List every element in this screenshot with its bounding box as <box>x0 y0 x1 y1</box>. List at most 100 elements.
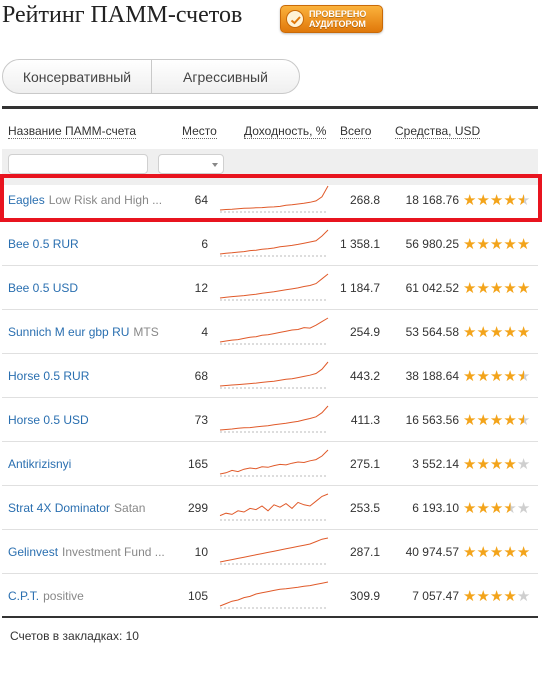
sparkline-chart <box>219 581 329 609</box>
account-name-link[interactable]: Antikrizisnyi <box>8 457 71 471</box>
rating-stars: ★ ★ ★ ★ ★ <box>463 222 537 266</box>
table-row[interactable]: Sunnich M eur gbp RU MTS 4 254.9 53 564.58 ★ ★… <box>2 310 538 354</box>
name-filter-input[interactable] <box>8 154 148 174</box>
total-yield-cell: 1 358.1 <box>339 237 380 251</box>
sparkline-series <box>219 229 329 255</box>
sort-by-total[interactable]: Всего <box>340 124 372 139</box>
total-yield-cell: 268.8 <box>349 193 380 207</box>
strategy-tabs: Консервативный Агрессивный <box>2 59 300 94</box>
sort-by-funds[interactable]: Средства, USD <box>395 124 481 139</box>
yield-sparkline <box>218 310 330 354</box>
star-icon: ★ <box>489 543 504 561</box>
table-row[interactable]: Bee 0.5 RUR 6 1 358.1 56 980.25 ★ ★ ★ ★ ★ <box>2 222 538 266</box>
table-row[interactable]: Horse 0.5 RUR 68 443.2 38 188.64 ★ ★ ★ ★ ★ <box>2 354 538 398</box>
place-cell: 10 <box>194 545 208 559</box>
star-icon: ★ <box>503 191 517 209</box>
sparkline-chart <box>219 537 329 565</box>
table-row[interactable]: Horse 0.5 USD 73 411.3 16 563.56 ★ ★ ★ ★ ★ <box>2 398 538 442</box>
tab-aggressive[interactable]: Агрессивный <box>152 60 299 93</box>
funds-cell: 6 193.10 <box>412 501 459 515</box>
star-icon: ★ <box>489 499 504 517</box>
star-icon: ★ <box>463 235 477 253</box>
star-icon: ★ <box>516 455 531 473</box>
account-name-link[interactable]: C.P.T. <box>8 589 39 603</box>
audit-badge[interactable]: Проверено аудитором <box>280 5 383 33</box>
total-yield-cell: 275.1 <box>349 457 380 471</box>
funds-cell: 3 552.14 <box>412 457 459 471</box>
account-name-cell: Horse 0.5 RUR <box>8 354 173 398</box>
chevron-down-icon <box>212 163 218 167</box>
rating-stars: ★ ★ ★ ★ ★ <box>463 178 537 222</box>
yield-sparkline <box>218 486 330 530</box>
star-icon: ★ <box>463 367 477 385</box>
star-icon: ★ <box>489 191 504 209</box>
account-name-link[interactable]: Horse 0.5 RUR <box>8 369 89 383</box>
star-icon: ★ <box>489 235 504 253</box>
rating-stars: ★ ★ ★ ★ ★ <box>463 530 537 574</box>
place-cell: 165 <box>187 457 208 471</box>
star-icon: ★ <box>476 191 490 209</box>
star-icon: ★ <box>476 411 490 429</box>
star-icon: ★ <box>516 235 531 253</box>
sparkline-chart <box>219 229 329 257</box>
account-name-link[interactable]: Bee 0.5 RUR <box>8 237 79 251</box>
rating-stars: ★ ★ ★ ★ ★ <box>463 486 537 530</box>
account-name-link[interactable]: Bee 0.5 USD <box>8 281 78 295</box>
star-icon: ★ <box>476 367 490 385</box>
account-name-link[interactable]: Eagles <box>8 193 45 207</box>
star-icon: ★ <box>503 323 517 341</box>
total-yield-cell: 253.5 <box>349 501 380 515</box>
place-cell: 64 <box>194 193 208 207</box>
sparkline-chart <box>219 273 329 301</box>
table-row[interactable]: C.P.T. positive 105 309.9 7 057.47 ★ ★ ★ ★ ★ <box>2 574 538 618</box>
sparkline-series <box>219 493 329 517</box>
table-row[interactable]: Bee 0.5 USD 12 1 184.7 61 042.52 ★ ★ ★ ★ ★ <box>2 266 538 310</box>
table-row[interactable]: Antikrizisnyi 165 275.1 3 552.14 ★ ★ ★ ★ ★ <box>2 442 538 486</box>
place-cell: 12 <box>194 281 208 295</box>
star-icon: ★ <box>503 455 517 473</box>
sort-by-name[interactable]: Название ПАММ-счета <box>8 124 137 139</box>
sort-by-yield[interactable]: Доходность, % <box>244 124 327 139</box>
table-row[interactable]: Strat 4X Dominator Satan 299 253.5 6 193.10 ★… <box>2 486 538 530</box>
yield-sparkline <box>218 398 330 442</box>
sparkline-series <box>219 317 329 343</box>
account-name-cell: Sunnich M eur gbp RU MTS <box>8 310 173 354</box>
star-icon: ★ <box>516 191 531 209</box>
star-icon: ★ <box>463 499 477 517</box>
star-icon: ★ <box>489 411 504 429</box>
rating-stars: ★ ★ ★ ★ ★ <box>463 442 537 486</box>
table-row[interactable]: Gelinvest Investment Fund ... 10 287.1 40 97… <box>2 530 538 574</box>
star-icon: ★ <box>503 279 517 297</box>
star-icon: ★ <box>516 543 531 561</box>
rating-stars: ★ ★ ★ ★ ★ <box>463 354 537 398</box>
place-cell: 6 <box>201 237 208 251</box>
place-cell: 4 <box>201 325 208 339</box>
account-name-cell: Antikrizisnyi <box>8 442 173 486</box>
star-icon: ★ <box>516 367 531 385</box>
star-icon: ★ <box>503 543 517 561</box>
funds-cell: 18 168.76 <box>405 193 459 207</box>
account-name-cell: Strat 4X Dominator Satan <box>8 486 173 530</box>
star-icon: ★ <box>489 279 504 297</box>
table-row[interactable]: Eagles Low Risk and High ... 64 268.8 18 168… <box>0 174 542 222</box>
star-icon: ★ <box>476 279 490 297</box>
star-icon: ★ <box>463 323 477 341</box>
funds-cell: 7 057.47 <box>412 589 459 603</box>
star-icon: ★ <box>503 411 517 429</box>
sort-by-place[interactable]: Место <box>182 124 217 139</box>
account-name-link[interactable]: Horse 0.5 USD <box>8 413 89 427</box>
table-bottom-rule <box>2 616 538 618</box>
tab-conservative[interactable]: Консервативный <box>3 60 152 93</box>
filter-select[interactable] <box>158 154 224 174</box>
account-name-cell: Gelinvest Investment Fund ... <box>8 530 173 574</box>
yield-sparkline <box>218 530 330 574</box>
account-name-cell: Horse 0.5 USD <box>8 398 173 442</box>
place-cell: 68 <box>194 369 208 383</box>
account-name-link[interactable]: Sunnich M eur gbp RU <box>8 325 129 339</box>
account-name-cell: Bee 0.5 USD <box>8 266 173 310</box>
funds-cell: 38 188.64 <box>405 369 459 383</box>
star-icon: ★ <box>516 499 531 517</box>
account-name-link[interactable]: Gelinvest <box>8 545 58 559</box>
account-name-link[interactable]: Strat 4X Dominator <box>8 501 110 515</box>
star-icon: ★ <box>476 455 490 473</box>
